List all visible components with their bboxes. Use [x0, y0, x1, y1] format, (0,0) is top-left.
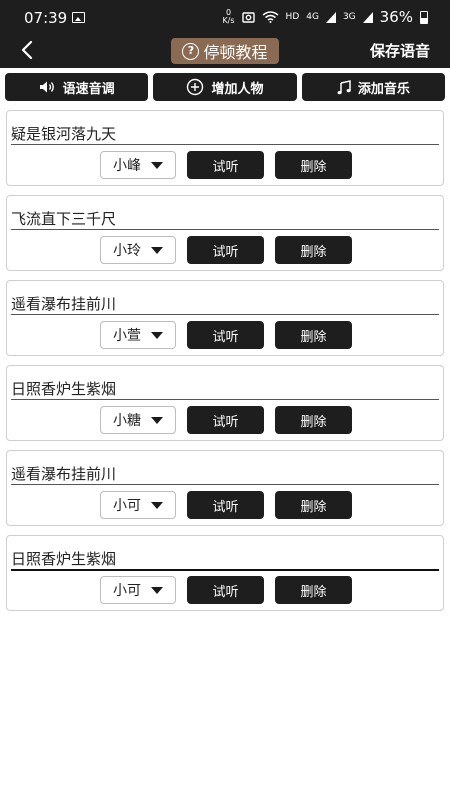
listen-button[interactable]: 试听: [187, 236, 264, 264]
status-bar: 07:39 0 K/s HD 4G 3G 36%: [0, 0, 450, 36]
listen-button[interactable]: 试听: [187, 406, 264, 434]
battery-percent: 36%: [379, 8, 413, 26]
voice-name: 小萱: [113, 328, 141, 344]
speed-pitch-label: 语速音调: [62, 81, 115, 97]
line-text-input[interactable]: 日照香炉生紫烟: [11, 378, 116, 399]
caret-down-icon: [151, 586, 163, 594]
line-divider: [11, 144, 439, 145]
voice-select[interactable]: 小可: [100, 491, 176, 519]
speaker-icon: [39, 80, 56, 94]
line-text-input[interactable]: 遥看瀑布挂前川: [11, 293, 116, 314]
line-controls: 小玲 试听 删除: [100, 236, 352, 264]
line-text-input[interactable]: 飞流直下三千尺: [11, 208, 116, 229]
voice-name: 小玲: [113, 243, 141, 259]
battery-icon: [420, 10, 428, 24]
line-text-input[interactable]: 疑是银河落九天: [11, 123, 116, 144]
add-music-button[interactable]: 添加音乐: [301, 73, 445, 101]
delete-button[interactable]: 删除: [275, 321, 352, 349]
delete-button[interactable]: 删除: [275, 151, 352, 179]
add-character-button[interactable]: 增加人物: [153, 73, 297, 101]
line-card: 日照香炉生紫烟 小糖 试听 删除: [6, 365, 444, 441]
voice-select[interactable]: 小可: [100, 576, 176, 604]
line-divider: [11, 399, 439, 400]
signal-icon-2: [362, 11, 373, 23]
line-list: 疑是银河落九天 小峰 试听 删除 飞流直下三千尺 小玲 试听 删除 遥看瀑布挂前…: [6, 110, 444, 620]
listen-button[interactable]: 试听: [187, 491, 264, 519]
listen-button[interactable]: 试听: [187, 321, 264, 349]
network-speed-unit: K/s: [222, 16, 235, 25]
voice-select[interactable]: 小糖: [100, 406, 176, 434]
speed-pitch-button[interactable]: 语速音调: [5, 73, 149, 101]
delete-button[interactable]: 删除: [275, 576, 352, 604]
line-text-input[interactable]: 日照香炉生紫烟: [11, 548, 116, 569]
status-indicators: 0 K/s HD 4G 3G 36%: [222, 8, 428, 26]
voice-select[interactable]: 小玲: [100, 236, 176, 264]
voice-name: 小可: [113, 583, 141, 599]
screenshot-icon: [241, 12, 255, 23]
status-time: 07:39: [24, 9, 68, 27]
listen-button[interactable]: 试听: [187, 151, 264, 179]
line-controls: 小可 试听 删除: [100, 491, 352, 519]
line-divider: [11, 314, 439, 315]
delete-button[interactable]: 删除: [275, 406, 352, 434]
caret-down-icon: [151, 161, 163, 169]
line-controls: 小峰 试听 删除: [100, 151, 352, 179]
image-notification-icon: [72, 12, 85, 23]
line-controls: 小萱 试听 删除: [100, 321, 352, 349]
hd-indicator: HD: [285, 12, 300, 22]
back-button[interactable]: [16, 38, 38, 62]
caret-down-icon: [151, 501, 163, 509]
delete-button[interactable]: 删除: [275, 491, 352, 519]
voice-select[interactable]: 小萱: [100, 321, 176, 349]
line-card: 疑是银河落九天 小峰 试听 删除: [6, 110, 444, 186]
line-card: 日照香炉生紫烟 小可 试听 删除: [6, 535, 444, 611]
add-music-label: 添加音乐: [357, 81, 410, 97]
caret-down-icon: [151, 246, 163, 254]
add-character-label: 增加人物: [211, 81, 264, 97]
delete-button[interactable]: 删除: [275, 236, 352, 264]
wifi-icon: [262, 11, 279, 23]
listen-button[interactable]: 试听: [187, 576, 264, 604]
plus-circle-icon: [186, 78, 204, 96]
save-voice-button[interactable]: 保存语音: [370, 40, 430, 61]
network-speed: 0 K/s: [222, 9, 234, 25]
music-note-icon: [337, 79, 351, 95]
page-title: 停顿教程: [203, 43, 268, 62]
line-divider: [11, 229, 439, 230]
voice-name: 小峰: [113, 158, 141, 174]
line-card: 飞流直下三千尺 小玲 试听 删除: [6, 195, 444, 271]
line-card: 遥看瀑布挂前川 小可 试听 删除: [6, 450, 444, 526]
caret-down-icon: [151, 416, 163, 424]
line-controls: 小糖 试听 删除: [100, 406, 352, 434]
signal-icon: [325, 11, 336, 23]
line-text-input[interactable]: 遥看瀑布挂前川: [11, 463, 116, 484]
toolbar: 语速音调 增加人物 添加音乐: [5, 73, 445, 101]
3g-indicator: 3G: [342, 12, 356, 22]
voice-name: 小糖: [113, 413, 141, 429]
voice-select[interactable]: 小峰: [100, 151, 176, 179]
4g-indicator: 4G: [306, 12, 319, 22]
line-card: 遥看瀑布挂前川 小萱 试听 删除: [6, 280, 444, 356]
chevron-left-icon: [21, 40, 33, 60]
caret-down-icon: [151, 331, 163, 339]
line-divider: [11, 484, 439, 485]
line-divider-active: [11, 569, 439, 571]
voice-name: 小可: [113, 498, 141, 514]
question-icon: ?: [182, 42, 200, 60]
pause-tutorial-button[interactable]: ? 停顿教程: [171, 38, 279, 64]
line-controls: 小可 试听 删除: [100, 576, 352, 604]
app-header: 07:39 0 K/s HD 4G 3G 36% ? 停顿教程 保存语音: [0, 0, 450, 68]
